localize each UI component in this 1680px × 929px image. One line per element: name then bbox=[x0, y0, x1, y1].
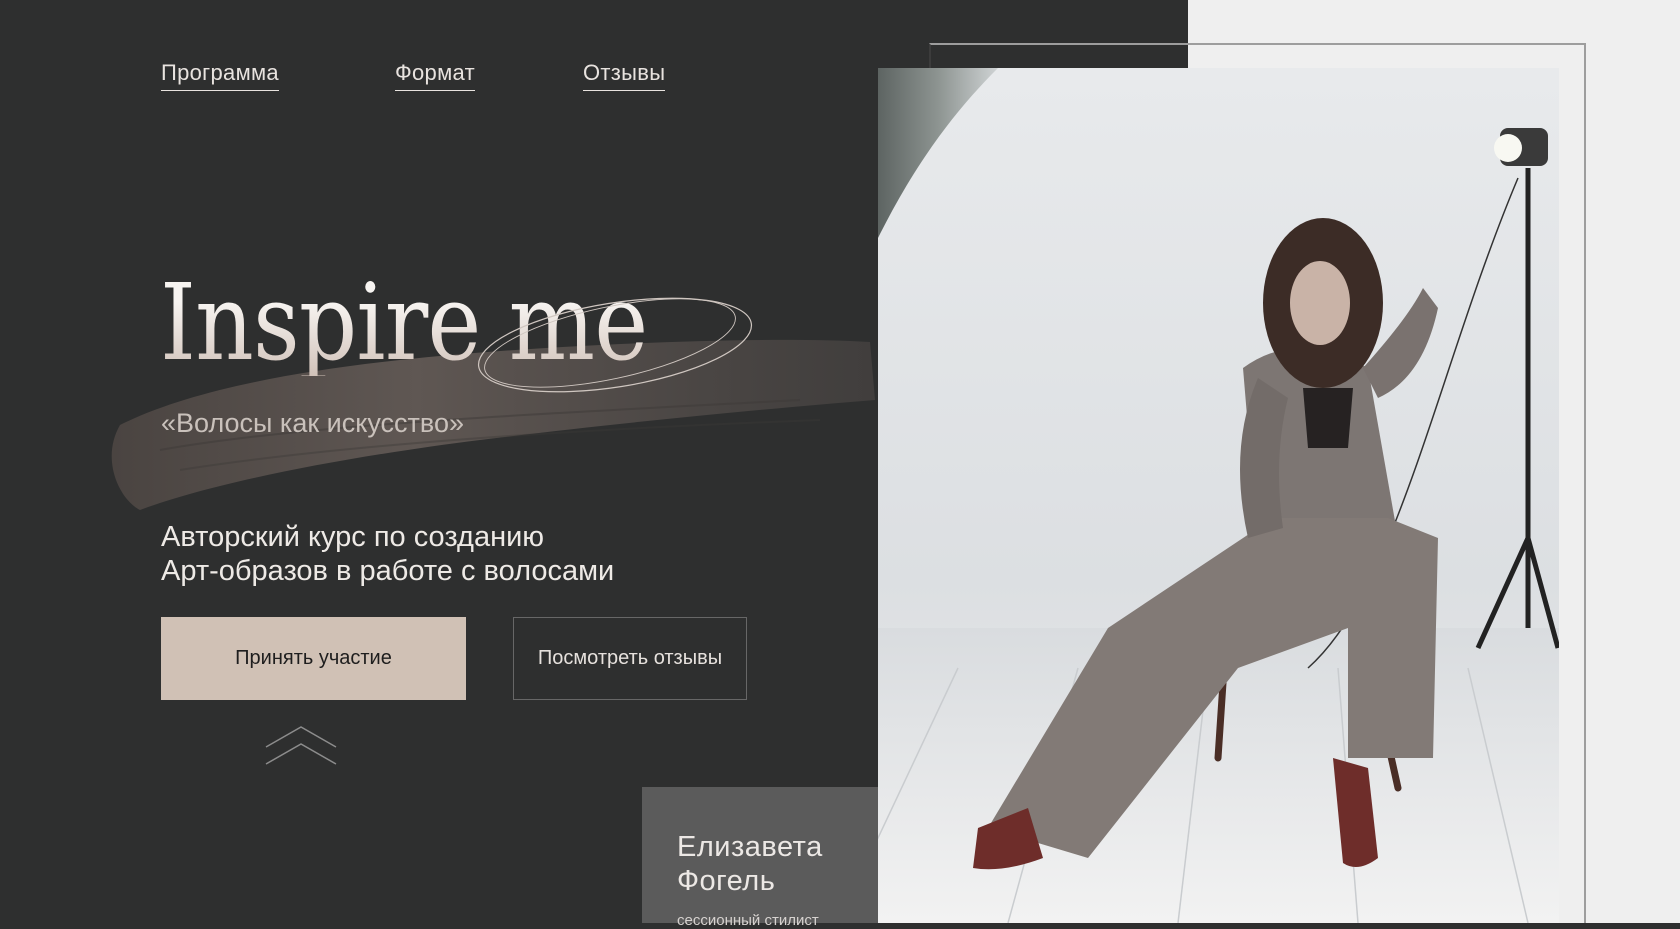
double-chevron-up-icon[interactable] bbox=[264, 723, 338, 767]
view-reviews-button[interactable]: Посмотреть отзывы bbox=[513, 617, 747, 700]
hero-photo bbox=[878, 68, 1559, 923]
description-line-1: Авторский курс по созданию bbox=[161, 521, 545, 553]
hero-description: Авторский курс по созданию Арт-образов в… bbox=[161, 520, 614, 588]
title-ellipse-decoration bbox=[477, 297, 753, 393]
author-name: Елизавета Фогель bbox=[677, 830, 823, 898]
nav-link-reviews[interactable]: Отзывы bbox=[583, 60, 666, 91]
join-button[interactable]: Принять участие bbox=[161, 617, 466, 700]
author-role: сессионный стилист bbox=[677, 912, 819, 929]
author-card: Елизавета Фогель сессионный стилист bbox=[642, 787, 878, 929]
hero-subtitle: «Волосы как искусство» bbox=[161, 408, 464, 438]
author-last-name: Фогель bbox=[677, 865, 776, 897]
description-line-2: Арт-образов в работе с волосами bbox=[161, 555, 615, 587]
nav-link-program[interactable]: Программа bbox=[161, 60, 279, 91]
author-first-name: Елизавета bbox=[677, 831, 823, 863]
nav-link-format[interactable]: Формат bbox=[395, 60, 475, 91]
